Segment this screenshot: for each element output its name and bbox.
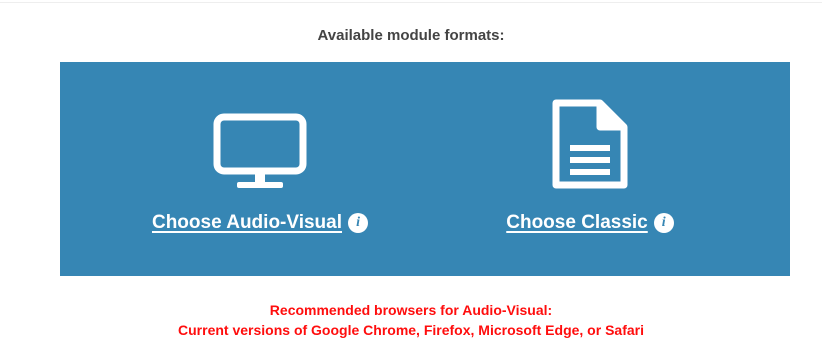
- choose-classic-link[interactable]: Choose Classic i: [470, 212, 710, 234]
- info-icon[interactable]: i: [653, 213, 674, 233]
- document-icon: [552, 99, 628, 189]
- browser-notice: Recommended browsers for Audio-Visual: C…: [0, 300, 822, 340]
- classic-option[interactable]: Choose Classic i: [470, 62, 710, 276]
- section-heading: Available module formats:: [317, 27, 505, 44]
- format-options-panel: Choose Audio-Visual i Choose Classic i: [60, 62, 790, 276]
- choose-classic-label[interactable]: Choose Classic: [506, 212, 648, 234]
- choose-audio-visual-label[interactable]: Choose Audio-Visual: [152, 212, 342, 234]
- top-divider: [0, 2, 822, 3]
- browser-notice-line1: Recommended browsers for Audio-Visual:: [269, 302, 553, 318]
- info-icon[interactable]: i: [348, 213, 369, 233]
- monitor-icon: [213, 113, 307, 188]
- audio-visual-option[interactable]: Choose Audio-Visual i: [140, 62, 380, 276]
- module-format-page: Available module formats: Choose Audio-V…: [0, 0, 822, 354]
- browser-notice-line2: Current versions of Google Chrome, Firef…: [178, 322, 644, 338]
- choose-audio-visual-link[interactable]: Choose Audio-Visual i: [140, 212, 380, 234]
